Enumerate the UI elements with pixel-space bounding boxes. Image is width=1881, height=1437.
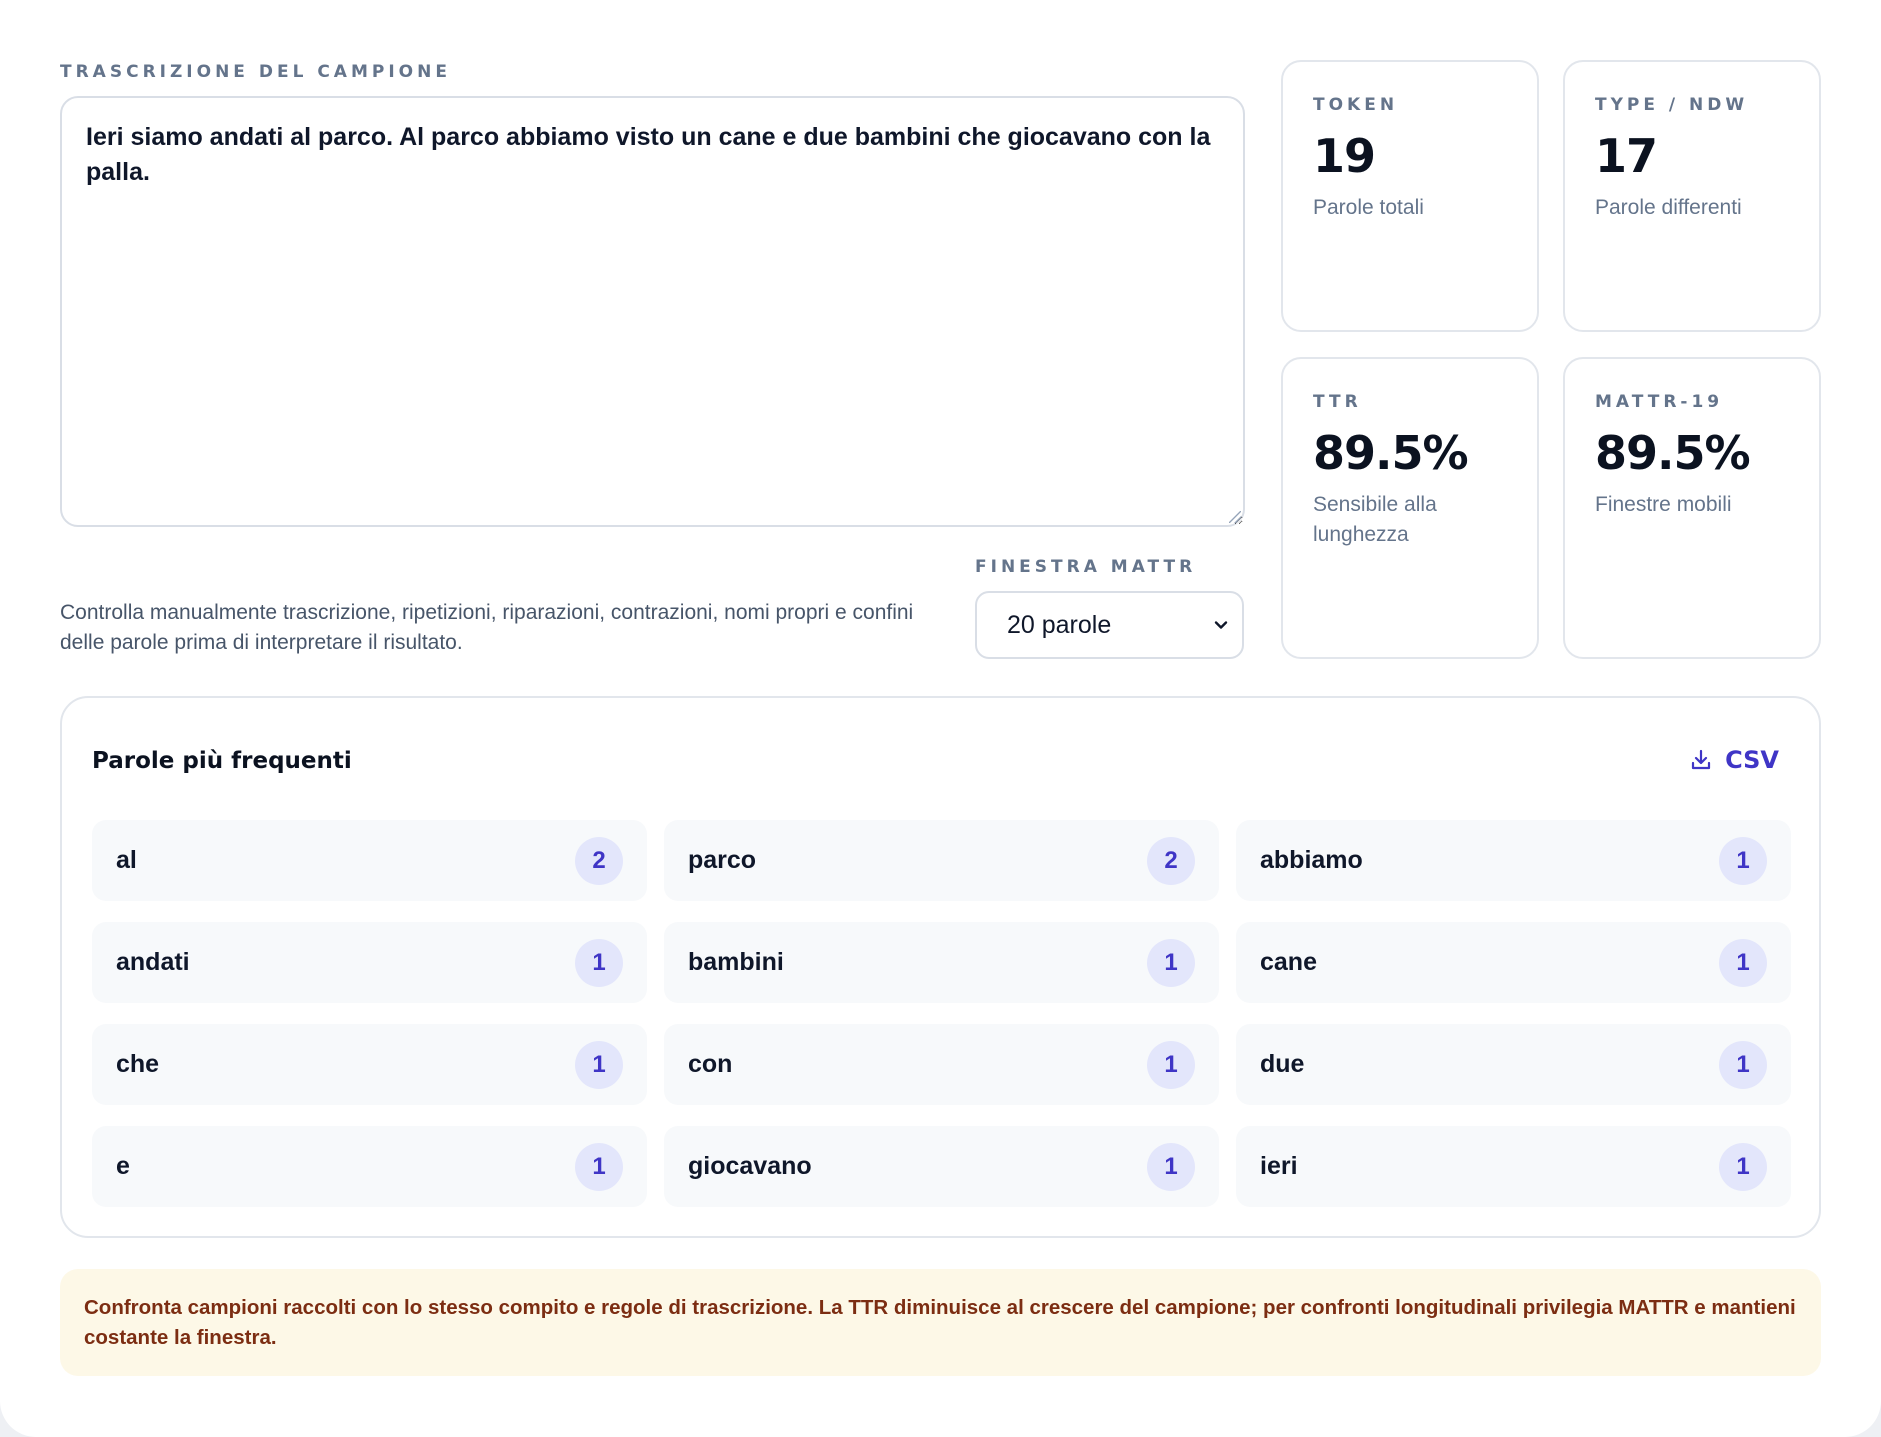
transcript-label: TRASCRIZIONE DEL CAMPIONE xyxy=(60,62,451,82)
frequent-word-item: giocavano 1 xyxy=(664,1126,1219,1207)
frequent-word-item: due 1 xyxy=(1236,1024,1791,1105)
stat-token-label: TOKEN xyxy=(1313,95,1399,115)
stat-token-value: 19 xyxy=(1313,129,1376,183)
stat-type-caption: Parole differenti xyxy=(1595,196,1742,219)
frequent-word: ieri xyxy=(1260,1152,1298,1180)
frequent-word-count: 1 xyxy=(1147,938,1195,987)
stat-ttr-label: TTR xyxy=(1313,392,1362,412)
frequent-word-item: che 1 xyxy=(92,1024,647,1105)
frequent-word: e xyxy=(116,1152,130,1180)
frequent-word-item: al 2 xyxy=(92,820,647,901)
comparison-advice-note: Confronta campioni raccolti con lo stess… xyxy=(60,1269,1821,1376)
frequent-word-item: bambini 1 xyxy=(664,922,1219,1003)
stat-card-token: TOKEN 19 Parole totali xyxy=(1281,60,1539,332)
mattr-window-select[interactable]: 20 parole xyxy=(975,591,1244,659)
frequent-word-count: 1 xyxy=(1147,1040,1195,1089)
frequent-word: al xyxy=(116,846,137,874)
main-card: TRASCRIZIONE DEL CAMPIONE Ieri siamo and… xyxy=(0,0,1881,1437)
frequent-word-count: 1 xyxy=(1147,1142,1195,1191)
frequent-word-count: 1 xyxy=(575,1142,623,1191)
download-icon xyxy=(1691,749,1711,770)
frequent-word: che xyxy=(116,1050,160,1078)
frequent-words-grid: al 2 parco 2 abbiamo 1 andati 1 bambini … xyxy=(92,820,1791,1207)
stat-card-ttr: TTR 89.5% Sensibile alla lunghezza xyxy=(1281,357,1539,659)
frequent-word-count: 1 xyxy=(1719,938,1767,987)
csv-download-button[interactable]: CSV xyxy=(1689,746,1779,774)
frequent-word: due xyxy=(1260,1050,1305,1078)
frequent-word-item: con 1 xyxy=(664,1024,1219,1105)
frequent-word-count: 1 xyxy=(1719,836,1767,885)
mattr-window-value: 20 parole xyxy=(1007,610,1112,639)
frequent-word-item: abbiamo 1 xyxy=(1236,820,1791,901)
stat-mattr-value: 89.5% xyxy=(1595,426,1751,480)
stat-ttr-caption: Sensibile alla lunghezza xyxy=(1313,493,1437,547)
stat-type-value: 17 xyxy=(1595,129,1658,183)
frequent-word: con xyxy=(688,1050,733,1078)
frequent-word-item: andati 1 xyxy=(92,922,647,1003)
frequent-word-count: 1 xyxy=(1719,1040,1767,1089)
frequent-word: bambini xyxy=(688,948,784,976)
frequent-word-item: parco 2 xyxy=(664,820,1219,901)
stat-ttr-value: 89.5% xyxy=(1313,426,1469,480)
frequent-word-item: e 1 xyxy=(92,1126,647,1207)
mattr-window-label: FINESTRA MATTR xyxy=(975,557,1197,577)
stat-card-type: TYPE / NDW 17 Parole differenti xyxy=(1563,60,1821,332)
frequent-word-count: 1 xyxy=(1719,1142,1767,1191)
frequent-word: cane xyxy=(1260,948,1317,976)
frequent-words-title: Parole più frequenti xyxy=(92,748,352,774)
stat-token-caption: Parole totali xyxy=(1313,196,1424,219)
frequent-word: abbiamo xyxy=(1260,846,1363,874)
transcript-textarea[interactable]: Ieri siamo andati al parco. Al parco abb… xyxy=(60,96,1245,527)
frequent-word-item: cane 1 xyxy=(1236,922,1791,1003)
stat-type-label: TYPE / NDW xyxy=(1595,95,1749,115)
frequent-words-panel: Parole più frequenti CSV al 2 parco 2 ab… xyxy=(60,696,1821,1238)
stat-mattr-caption: Finestre mobili xyxy=(1595,493,1732,516)
stat-card-mattr: MATTR-19 89.5% Finestre mobili xyxy=(1563,357,1821,659)
frequent-word: andati xyxy=(116,948,190,976)
frequent-word-count: 1 xyxy=(575,938,623,987)
stat-mattr-label: MATTR-19 xyxy=(1595,392,1724,412)
chevron-down-icon xyxy=(1214,621,1228,629)
csv-label: CSV xyxy=(1725,746,1779,774)
frequent-word: giocavano xyxy=(688,1152,812,1180)
resize-grip-icon[interactable] xyxy=(1229,511,1241,523)
frequent-word-count: 2 xyxy=(575,836,623,885)
frequent-word-count: 2 xyxy=(1147,836,1195,885)
frequent-word-count: 1 xyxy=(575,1040,623,1089)
frequent-word-item: ieri 1 xyxy=(1236,1126,1791,1207)
frequent-word: parco xyxy=(688,846,757,874)
manual-check-note: Controlla manualmente trascrizione, ripe… xyxy=(60,601,914,655)
